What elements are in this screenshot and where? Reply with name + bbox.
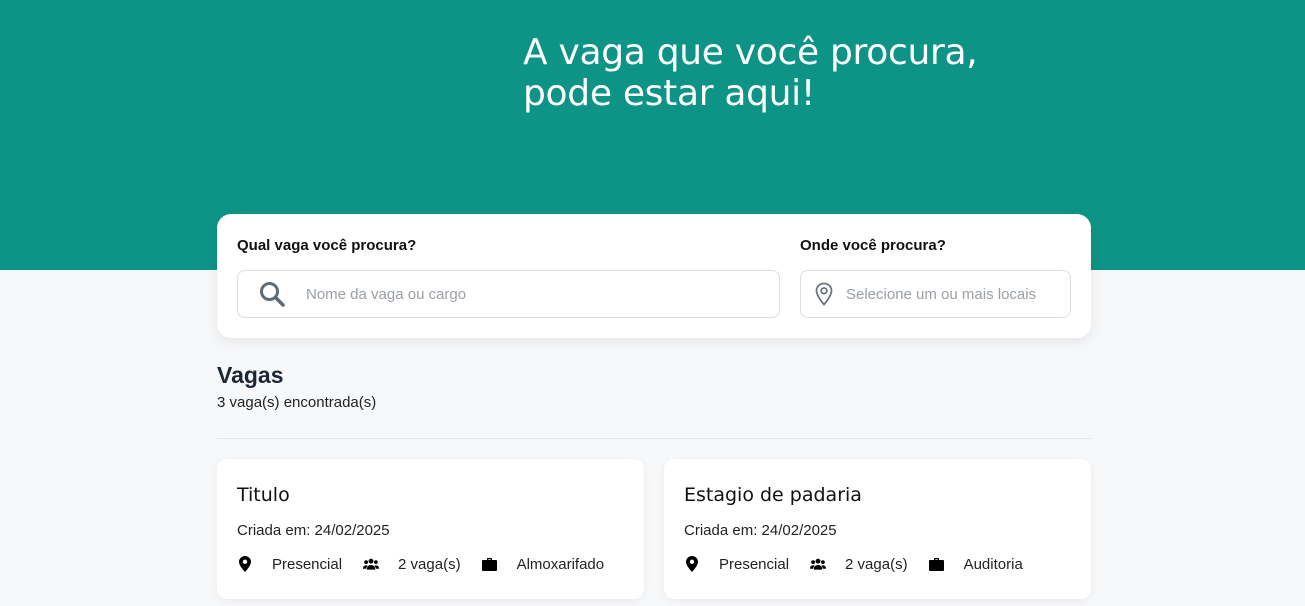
job-area: Auditoria xyxy=(963,555,1023,573)
hero-title-line-2: pode estar aqui! xyxy=(523,73,816,114)
job-meta: Presencial 2 vaga(s) Auditoria xyxy=(684,555,1023,573)
job-meta: Presencial 2 vaga(s) Almoxarifado xyxy=(237,555,604,573)
search-card: Qual vaga você procura? Onde você procur… xyxy=(217,214,1091,338)
briefcase-icon xyxy=(482,555,498,573)
job-search-label: Qual vaga você procura? xyxy=(237,237,417,254)
briefcase-icon xyxy=(929,555,945,573)
location-input[interactable] xyxy=(846,271,1070,317)
job-modality: Presencial xyxy=(272,555,343,573)
job-title: Estagio de padaria xyxy=(684,484,862,506)
job-created-date: Criada em: 24/02/2025 xyxy=(237,522,390,539)
people-icon xyxy=(363,555,380,573)
job-card[interactable]: Titulo Criada em: 24/02/2025 Presencial … xyxy=(217,459,644,599)
job-search-input[interactable] xyxy=(306,271,779,317)
people-icon xyxy=(810,555,827,573)
hero-title-line-1: A vaga que você procura, xyxy=(523,32,978,73)
job-card[interactable]: Estagio de padaria Criada em: 24/02/2025… xyxy=(664,459,1091,599)
job-search-field[interactable] xyxy=(237,270,780,318)
section-divider xyxy=(217,438,1091,439)
job-title: Titulo xyxy=(237,484,290,506)
map-pin-icon xyxy=(801,282,846,306)
location-field[interactable] xyxy=(800,270,1071,318)
location-pin-icon xyxy=(237,555,253,573)
job-openings: 2 vaga(s) xyxy=(845,555,908,573)
location-label: Onde você procura? xyxy=(800,237,946,254)
job-openings: 2 vaga(s) xyxy=(398,555,461,573)
jobs-section-title: Vagas xyxy=(217,362,284,388)
job-modality: Presencial xyxy=(719,555,790,573)
hero-title: A vaga que você procura, pode estar aqui… xyxy=(523,32,1043,114)
location-pin-icon xyxy=(684,555,700,573)
job-area: Almoxarifado xyxy=(516,555,605,573)
search-icon xyxy=(238,281,306,307)
jobs-count: 3 vaga(s) encontrada(s) xyxy=(217,394,377,411)
job-created-date: Criada em: 24/02/2025 xyxy=(684,522,837,539)
